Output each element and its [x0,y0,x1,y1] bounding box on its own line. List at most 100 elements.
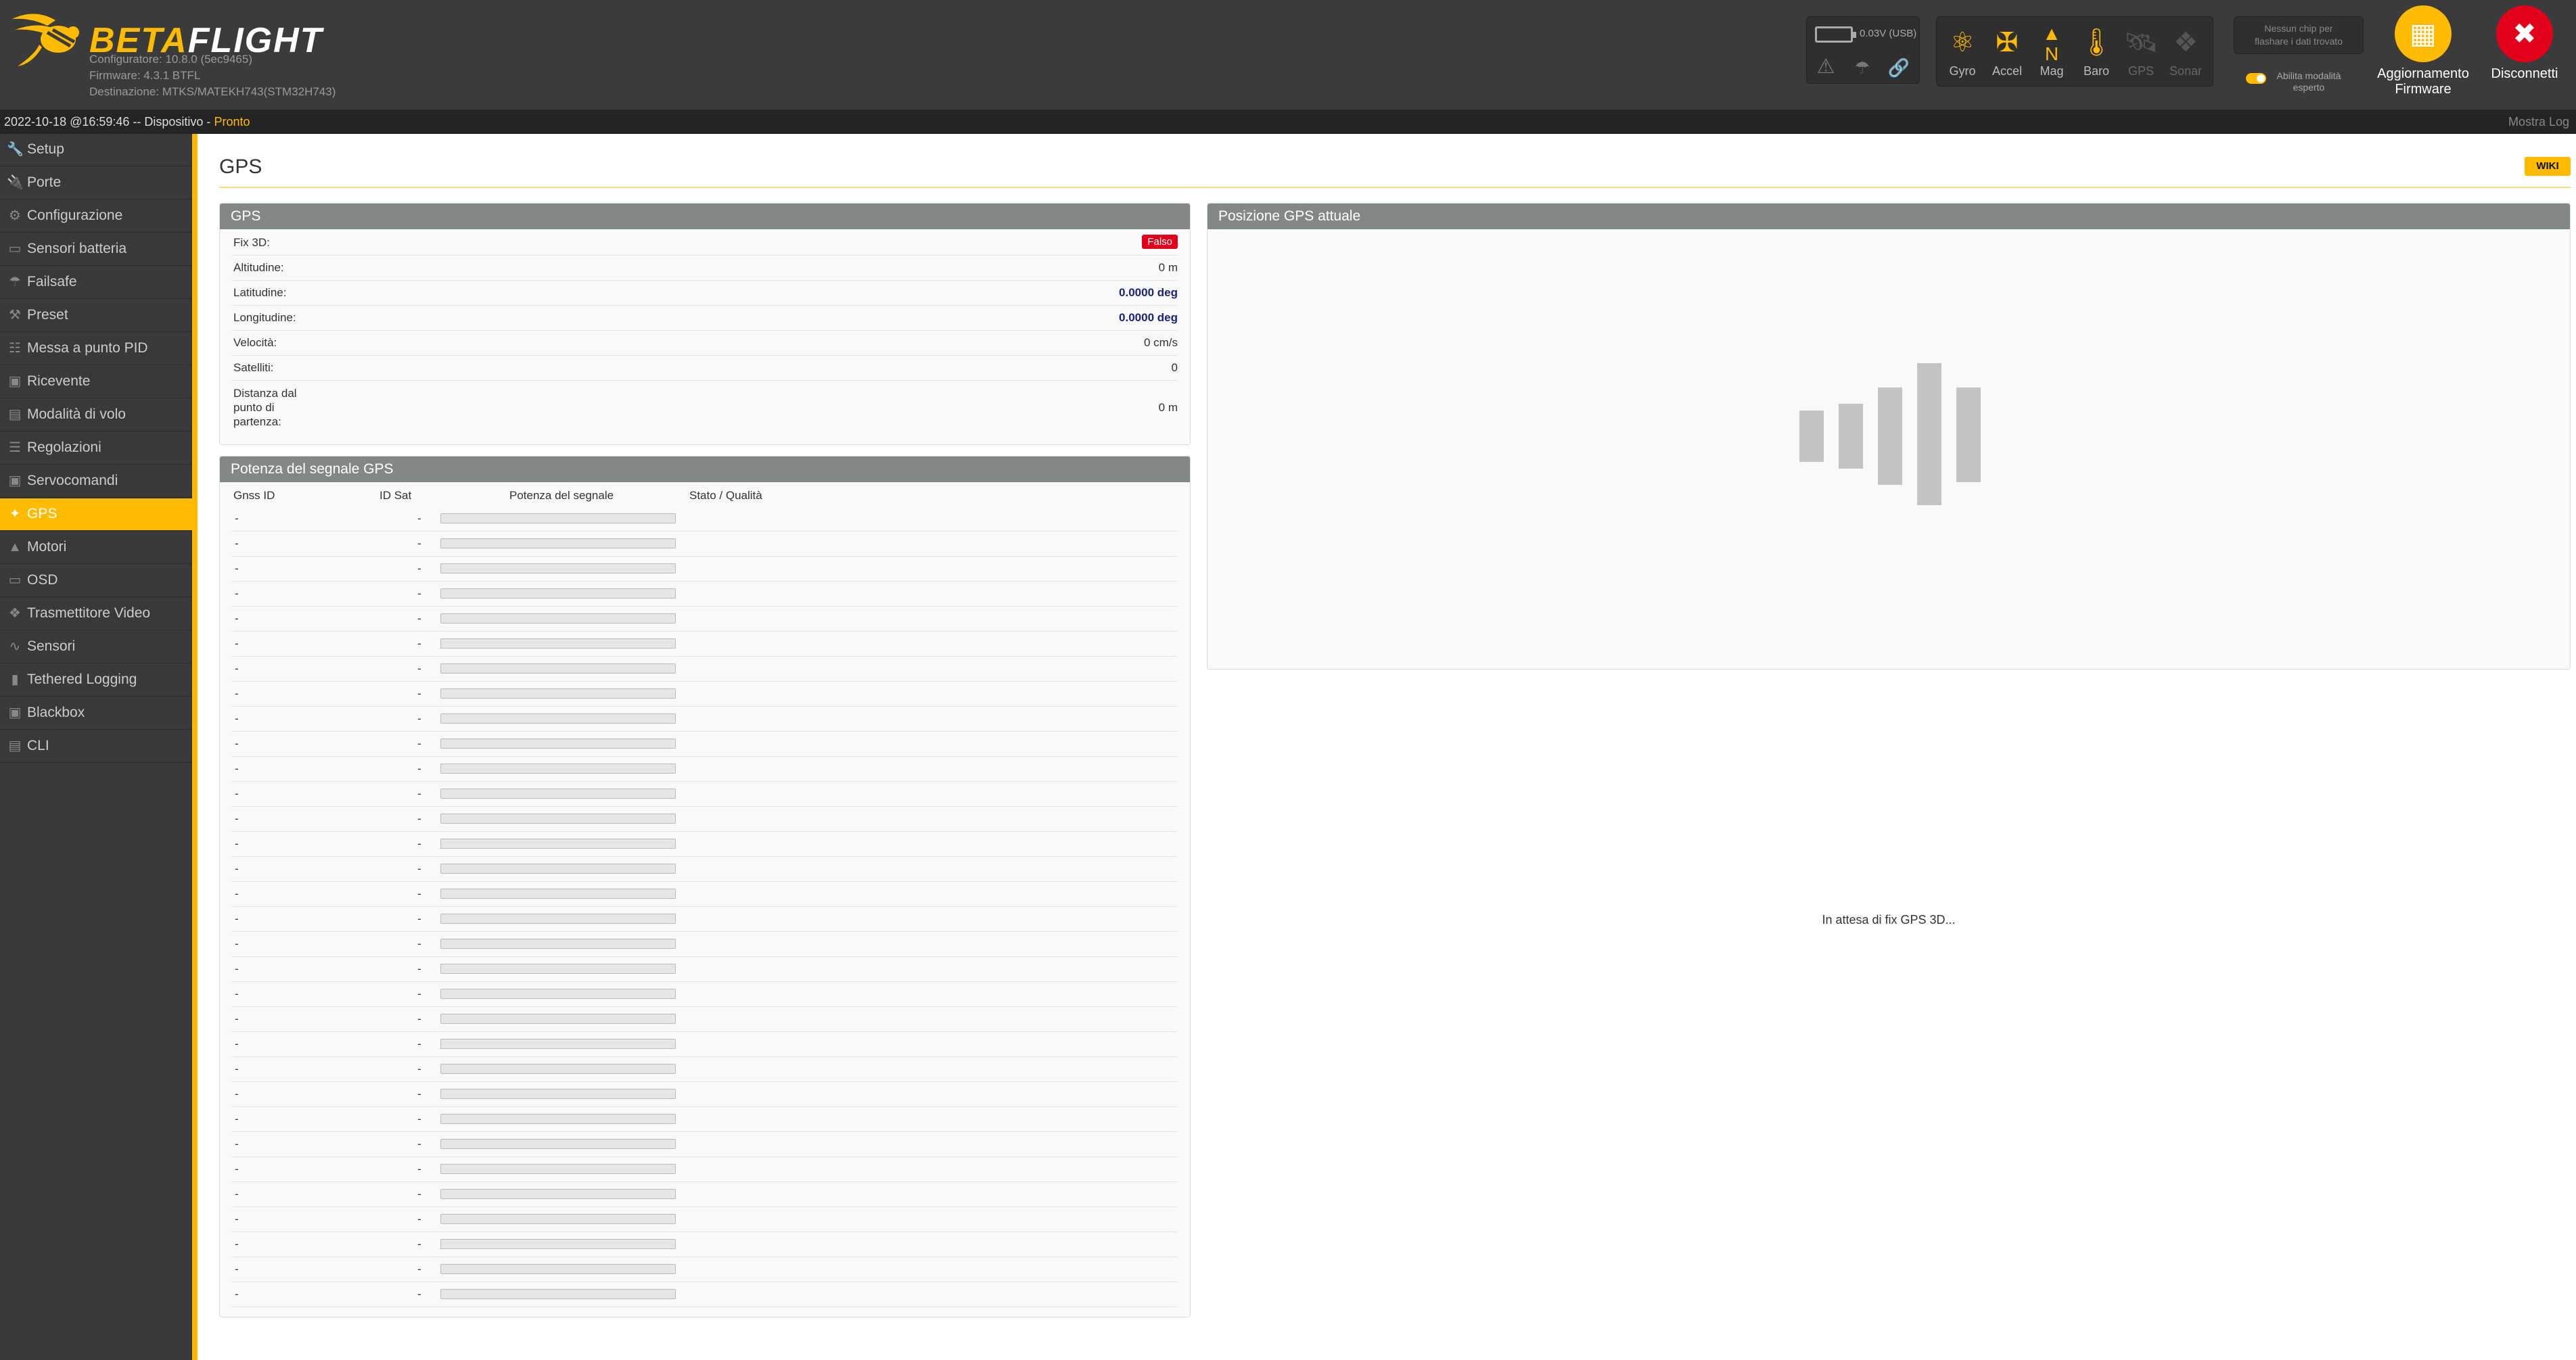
adjustments-icon: ☰ [9,440,21,455]
wiki-button[interactable]: WIKI [2525,157,2571,176]
firmware-button-label-2: Firmware [2395,82,2452,97]
pid-icon: ☷ [9,341,21,356]
sat-id-cell: - [417,937,421,950]
sidebar-item-osd[interactable]: ▭ OSD [0,565,192,597]
gnss-id-cell: - [235,1263,239,1275]
signal-strength-bar [440,588,676,599]
sensor-baro: 🌡 Baro [2075,21,2118,78]
signal-strength-bar [440,1264,676,1274]
flash-chip-text-1: Nessun chip per [2264,23,2333,34]
sidebar-item-tethered-logging[interactable]: ▮ Tethered Logging [0,664,192,697]
sat-id-cell: - [417,612,421,625]
sidebar-item-failsafe[interactable]: ☂ Failsafe [0,266,192,299]
sidebar-item-ports[interactable]: 🔌 Porte [0,167,192,200]
table-row: -- [232,957,1178,982]
sat-id-cell: - [417,1288,421,1300]
sidebar-item-gps[interactable]: ✦ GPS [0,498,192,531]
gnss-id-cell: - [235,1238,239,1250]
signal-strength-bar [440,513,676,523]
signal-strength-bar [440,864,676,874]
sidebar-item-configuration[interactable]: ⚙ Configurazione [0,200,192,233]
gnss-id-cell: - [235,862,239,875]
sidebar: 🔧 Setup 🔌 Porte ⚙ Configurazione ▭ Sensori b… [0,134,198,1360]
table-row: -- [232,607,1178,632]
signal-strength-bar [440,1189,676,1199]
signal-strength-bar [440,638,676,649]
bee-logo-icon [12,14,79,66]
gps-icon: 🛰 [2123,28,2159,57]
table-row: -- [232,882,1178,907]
signal-strength-bar [440,789,676,799]
signal-strength-bar [440,1114,676,1124]
configurator-version: Configuratore: 10.8.0 (5ec9465) [89,53,252,66]
signal-strength-bar [440,964,676,974]
sat-id-cell: - [417,1062,421,1075]
gps-icon: ✦ [9,507,21,521]
status-date: 2022-10-18 @16:59:46 -- Dispositivo - [4,115,214,128]
sidebar-item-video-transmitter[interactable]: ❖ Trasmettitore Video [0,598,192,630]
gnss-id-cell: - [235,1138,239,1150]
sidebar-item-blackbox[interactable]: ▣ Blackbox [0,697,192,730]
sidebar-item-setup[interactable]: 🔧 Setup [0,134,192,166]
sat-id-cell: - [417,1012,421,1025]
table-row: -- [232,1282,1178,1307]
gnss-id-cell: - [235,1062,239,1075]
sat-id-cell: - [417,1087,421,1100]
sidebar-item-cli[interactable]: ▤ CLI [0,730,192,763]
sat-id-cell: - [417,562,421,575]
sidebar-item-motors[interactable]: ▲ Motori [0,532,192,564]
sat-id-cell: - [417,537,421,550]
sidebar-item-power[interactable]: ▭ Sensori batteria [0,233,192,266]
table-row: -- [232,707,1178,732]
signal-strength-bar [440,914,676,924]
battery-status-panel: 0.03V (USB) ⚠ ☂ 🔗 [1806,16,1920,84]
sidebar-item-modes[interactable]: ▤ Modalità di volo [0,399,192,431]
flash-chip-status: Nessun chip per flashare i dati trovato [2234,16,2364,54]
parachute-icon: ☂ [9,275,21,289]
sidebar-item-adjustments[interactable]: ☰ Regolazioni [0,432,192,465]
sat-id-cell: - [417,812,421,825]
signal-strength-bar [440,613,676,624]
firmware-update-button[interactable]: ▦ Aggiornamento Firmware [2369,5,2477,97]
sidebar-item-presets[interactable]: ⚒ Preset [0,300,192,332]
sidebar-item-receiver[interactable]: ▣ Ricevente [0,366,192,398]
show-log-link[interactable]: Mostra Log [2508,115,2569,129]
disconnect-button[interactable]: ✖ Disconnetti [2470,5,2576,82]
gps-signal-title: Potenza del segnale GPS [220,456,1190,482]
sidebar-item-sensors[interactable]: ∿ Sensori [0,631,192,663]
col-gnss-id: Gnss ID [233,489,275,502]
loading-bars-icon [1799,363,1981,505]
sat-id-cell: - [417,887,421,900]
sat-id-cell: - [417,737,421,750]
signal-strength-bar [440,939,676,949]
sat-id-cell: - [417,1263,421,1275]
mag-icon: ▲ N [2042,23,2061,64]
sidebar-item-pid-tuning[interactable]: ☷ Messa a punto PID [0,333,192,365]
sensors-icon: ∿ [9,639,21,654]
signal-strength-bar [440,1089,676,1099]
sensor-gyro: ⚛ Gyro [1941,21,1984,78]
col-sat-id: ID Sat [380,489,412,502]
main-content: GPS WIKI GPS Fix 3D: Falso Altitudine: 0… [203,134,2576,1360]
expert-mode-switch[interactable] [2246,73,2266,84]
gnss-id-cell: - [235,887,239,900]
receiver-icon: ▣ [8,374,22,389]
gps-row-fix: Fix 3D: Falso [232,231,1178,256]
table-row: -- [232,1007,1178,1032]
table-row: -- [232,1257,1178,1282]
sat-id-cell: - [417,662,421,675]
gnss-id-cell: - [235,712,239,725]
vtx-icon: ❖ [9,606,21,621]
table-row: -- [232,1082,1178,1107]
sidebar-item-servos[interactable]: ▣ Servocomandi [0,465,192,498]
gnss-id-cell: - [235,1213,239,1225]
signal-strength-bar [440,1014,676,1024]
table-row: -- [232,1107,1178,1132]
baro-icon: 🌡 [2079,28,2114,57]
table-row: -- [232,1132,1178,1157]
page-title: GPS [219,156,262,178]
signal-strength-bar [440,538,676,548]
waiting-fix-message: In attesa di fix GPS 3D... [1822,913,1956,927]
sat-id-cell: - [417,587,421,600]
gps-position-title: Posizione GPS attuale [1208,204,2570,229]
